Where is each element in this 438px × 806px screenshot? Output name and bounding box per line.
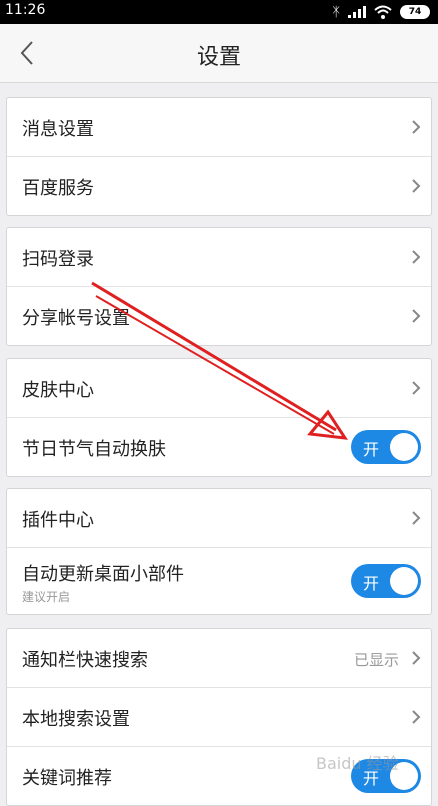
settings-row-local-search[interactable]: 本地搜索设置 (7, 688, 431, 747)
battery-icon: 74 (400, 5, 430, 19)
chevron-right-icon (412, 381, 421, 395)
settings-group-3: 皮肤中心 节日节气自动换肤 开 (6, 358, 432, 477)
status-time: 11:26 (5, 2, 46, 18)
toggle-text: 开 (363, 574, 380, 593)
chevron-right-icon (412, 651, 421, 665)
wifi-icon (374, 5, 392, 19)
settings-row-message[interactable]: 消息设置 (7, 98, 431, 157)
toggle-knob (390, 433, 418, 461)
row-label: 分享帐号设置 (22, 308, 130, 329)
status-icons: ᛡ 74 (332, 3, 430, 21)
chevron-right-icon (412, 179, 421, 193)
settings-row-share-account[interactable]: 分享帐号设置 (7, 287, 431, 345)
toggle-knob (390, 567, 418, 595)
row-label: 关键词推荐 (22, 768, 112, 789)
settings-row-scan-login[interactable]: 扫码登录 (7, 228, 431, 287)
watermark-text: Baidu 经验 (316, 754, 399, 773)
row-sublabel: 建议开启 (22, 590, 71, 604)
chevron-right-icon (412, 511, 421, 525)
chevron-right-icon (412, 120, 421, 134)
chevron-right-icon (412, 309, 421, 323)
nav-bar: 设置 (0, 24, 438, 83)
row-label: 扫码登录 (22, 249, 94, 270)
watermark-logo: Baidu 经验 (316, 754, 399, 773)
row-label: 消息设置 (22, 119, 94, 140)
settings-row-notification-search[interactable]: 通知栏快速搜索 已显示 (7, 629, 431, 688)
widget-update-toggle[interactable]: 开 (351, 564, 421, 598)
settings-row-widget-update: 自动更新桌面小部件 建议开启 开 (7, 548, 431, 614)
settings-row-baidu-service[interactable]: 百度服务 (7, 157, 431, 215)
status-bar: 11:26 ᛡ 74 (0, 0, 438, 24)
page-title: 设置 (196, 45, 241, 70)
row-label: 节日节气自动换肤 (22, 439, 166, 460)
signal-icon (348, 6, 366, 18)
row-label: 通知栏快速搜索 (22, 650, 148, 671)
settings-group-1: 消息设置 百度服务 (6, 97, 432, 216)
settings-group-2: 扫码登录 分享帐号设置 (6, 227, 432, 346)
settings-row-festival-skin: 节日节气自动换肤 开 (7, 418, 431, 476)
row-label: 皮肤中心 (22, 380, 94, 401)
settings-group-5: 通知栏快速搜索 已显示 本地搜索设置 关键词推荐 开 (6, 628, 432, 806)
row-label: 本地搜索设置 (22, 709, 130, 730)
toggle-text: 开 (363, 440, 380, 459)
row-value: 已显示 (353, 651, 399, 669)
chevron-right-icon (412, 250, 421, 264)
chevron-right-icon (412, 710, 421, 724)
bluetooth-icon: ᛡ (332, 4, 340, 20)
settings-row-plugin-center[interactable]: 插件中心 (7, 489, 431, 548)
row-label: 插件中心 (22, 510, 94, 531)
row-label: 百度服务 (22, 178, 94, 199)
settings-group-4: 插件中心 自动更新桌面小部件 建议开启 开 (6, 488, 432, 615)
festival-skin-toggle[interactable]: 开 (351, 430, 421, 464)
settings-row-skin-center[interactable]: 皮肤中心 (7, 359, 431, 418)
row-label: 自动更新桌面小部件 (22, 564, 184, 585)
